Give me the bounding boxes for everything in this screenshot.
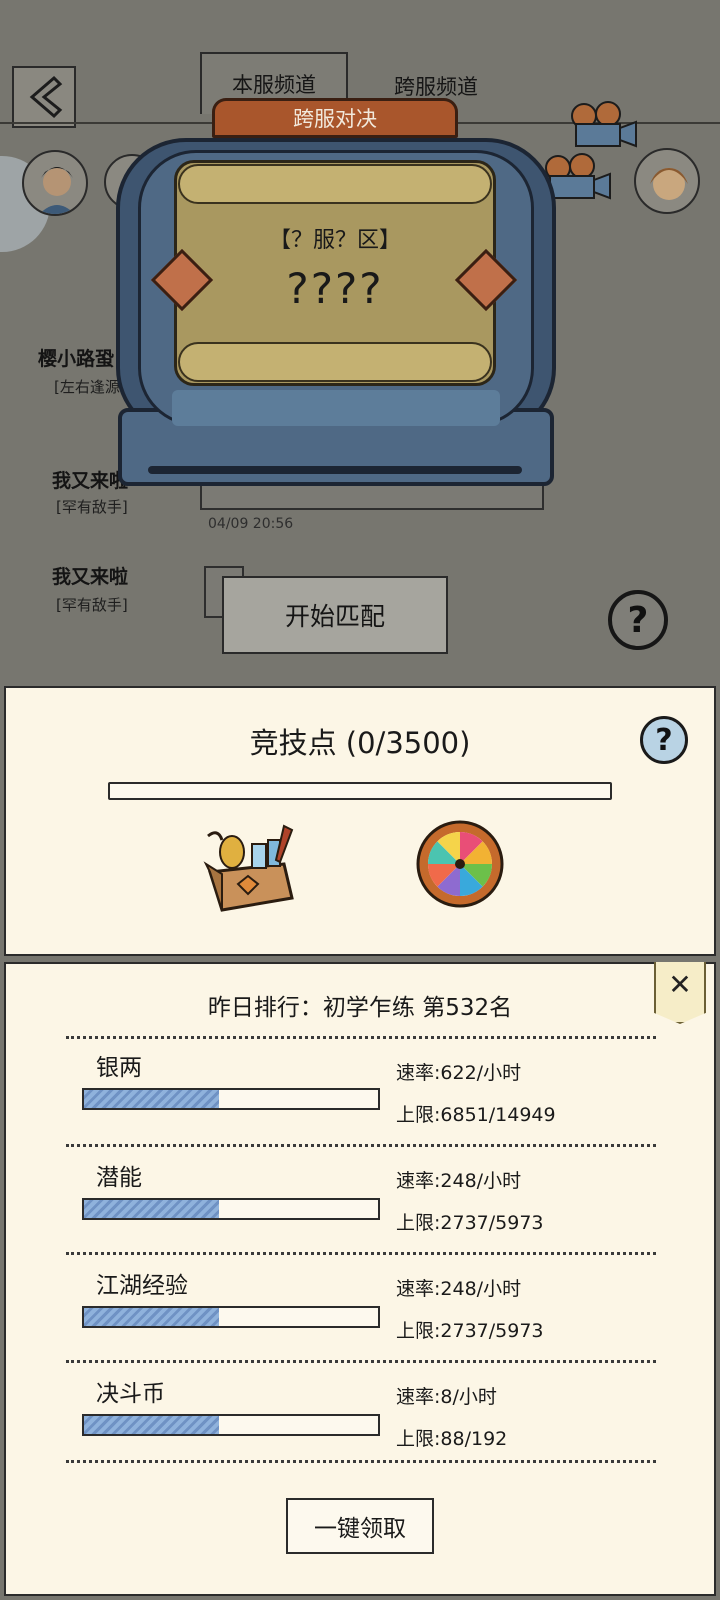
- divider: [66, 1460, 656, 1463]
- divider: [66, 1144, 656, 1147]
- resource-progress-fill: [84, 1090, 219, 1108]
- close-icon[interactable]: ✕: [654, 962, 706, 1024]
- claim-all-button[interactable]: 一键领取: [286, 1498, 434, 1554]
- match-machine-bar: [172, 390, 500, 426]
- start-match-button[interactable]: 开始匹配: [222, 576, 448, 654]
- gift-box-icon[interactable]: [188, 822, 308, 914]
- chat-username: 樱小路蛩: [38, 348, 115, 370]
- resource-rate: 速率:248/小时: [396, 1278, 522, 1300]
- chat-user-title: [罕有敌手]: [56, 596, 128, 614]
- divider: [66, 1252, 656, 1255]
- arena-points-title: 竞技点 (0/3500): [249, 726, 471, 760]
- chat-username: 我又来啦: [52, 566, 129, 588]
- arena-points-progress: [108, 782, 612, 800]
- match-title: 跨服对决: [212, 98, 458, 138]
- match-machine-slot: [148, 466, 522, 474]
- resource-progress: [82, 1198, 380, 1220]
- arena-help-icon[interactable]: ?: [640, 716, 688, 764]
- resource-cap: 上限:2737/5973: [396, 1320, 544, 1342]
- video-camera-icon[interactable]: [566, 100, 644, 148]
- resource-progress-fill: [84, 1200, 219, 1218]
- resource-rate: 速率:248/小时: [396, 1170, 522, 1192]
- divider: [66, 1360, 656, 1363]
- resource-name: 潜能: [96, 1165, 142, 1191]
- scroll-roll-top: [178, 164, 492, 204]
- chat-timestamp: 04/09 20:56: [208, 516, 294, 532]
- resource-rate: 速率:622/小时: [396, 1062, 522, 1084]
- avatar[interactable]: [22, 150, 88, 216]
- back-arrow-icon: [29, 75, 63, 119]
- server-label: 【？服？区】: [268, 228, 401, 253]
- scroll-roll-bottom: [178, 342, 492, 382]
- resource-cap: 上限:6851/14949: [396, 1104, 556, 1126]
- resource-progress-fill: [84, 1308, 219, 1326]
- resource-progress-fill: [84, 1416, 219, 1434]
- resource-name: 决斗币: [96, 1381, 165, 1407]
- yesterday-rank: 昨日排行：初学乍练 第532名: [207, 995, 513, 1021]
- resource-cap: 上限:88/192: [396, 1428, 508, 1450]
- resource-cap: 上限:2737/5973: [396, 1212, 544, 1234]
- assistant-avatar[interactable]: [634, 148, 700, 214]
- chat-user-title: [左右逢源: [54, 378, 120, 396]
- chat-user-title: [罕有敌手]: [56, 498, 128, 516]
- opponent-name: ????: [286, 264, 384, 313]
- help-icon[interactable]: ?: [608, 590, 668, 650]
- resource-progress: [82, 1306, 380, 1328]
- resource-progress: [82, 1088, 380, 1110]
- back-button[interactable]: [12, 66, 76, 128]
- chat-username: 我又来啦: [52, 470, 129, 492]
- resource-name: 江湖经验: [96, 1273, 188, 1299]
- resource-progress: [82, 1414, 380, 1436]
- divider: [66, 1036, 656, 1039]
- resource-rate: 速率:8/小时: [396, 1386, 497, 1408]
- resource-name: 银两: [96, 1055, 142, 1081]
- prize-wheel-icon[interactable]: [414, 818, 506, 910]
